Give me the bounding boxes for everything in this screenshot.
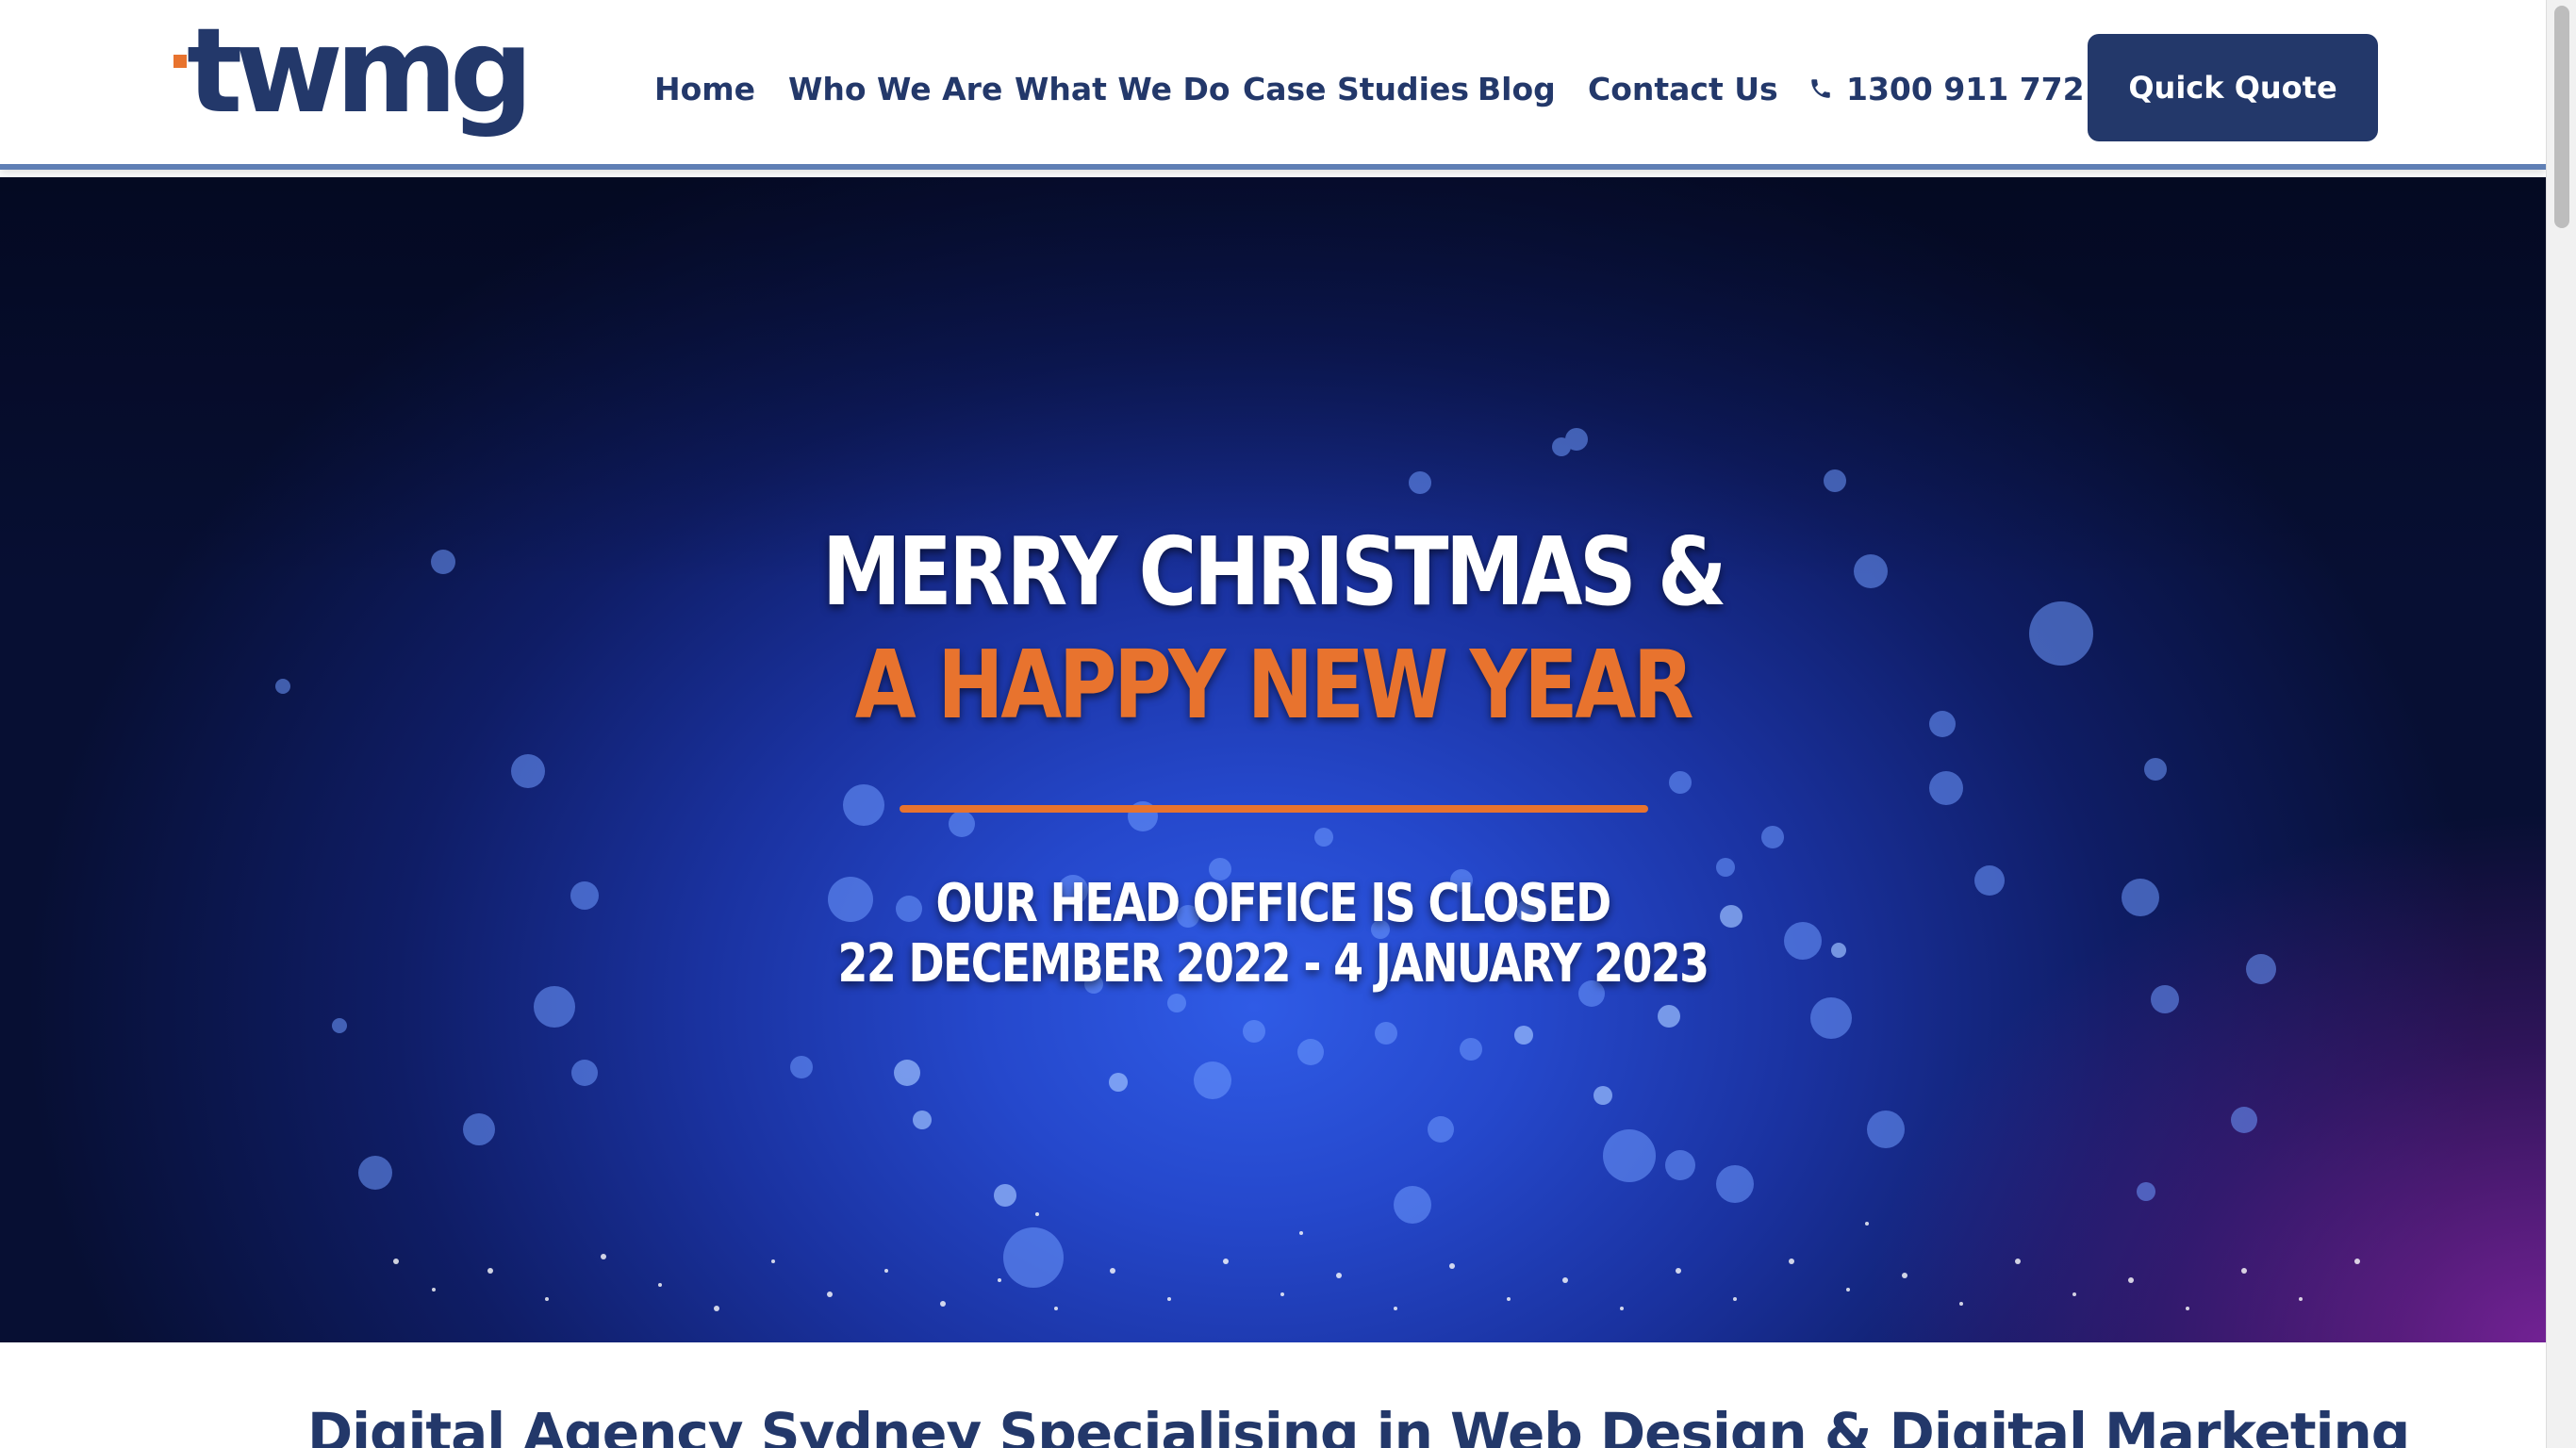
- hero-title-line2: A HAPPY NEW YEAR: [854, 630, 1694, 740]
- page-scrollbar[interactable]: [2546, 0, 2576, 1448]
- site-header: twmg Home Who We Are What We Do Case Stu…: [0, 0, 2546, 170]
- hero-subtitle-line1: OUR HEAD OFFICE IS CLOSED: [935, 873, 1611, 934]
- twmg-logo[interactable]: twmg: [173, 13, 534, 147]
- logo-wordmark: twmg: [187, 4, 534, 140]
- hero-banner: MERRY CHRISTMAS & A HAPPY NEW YEAR OUR H…: [0, 177, 2546, 1342]
- nav-who-we-are[interactable]: Who We Are: [788, 71, 1002, 107]
- phone-link[interactable]: 1300 911 772: [1808, 66, 2085, 111]
- scrollbar-thumb[interactable]: [2554, 6, 2569, 228]
- phone-icon: [1811, 79, 1830, 98]
- intro-heading: Digital Agency Sydney Specialising in We…: [307, 1401, 2410, 1448]
- nav-blog[interactable]: Blog: [1478, 71, 1556, 107]
- phone-number: 1300 911 772: [1846, 70, 2085, 107]
- nav-case-studies[interactable]: Case Studies: [1243, 71, 1469, 107]
- hero-content: MERRY CHRISTMAS & A HAPPY NEW YEAR OUR H…: [0, 177, 2546, 1342]
- nav-home[interactable]: Home: [654, 71, 755, 107]
- nav-contact-us[interactable]: Contact Us: [1588, 71, 1778, 107]
- hero-divider: [900, 805, 1648, 813]
- nav-what-we-do[interactable]: What We Do: [1015, 71, 1230, 107]
- logo-accent-mark: [173, 55, 187, 68]
- hero-title-line1: MERRY CHRISTMAS &: [822, 517, 1726, 627]
- quick-quote-button[interactable]: Quick Quote: [2088, 34, 2378, 141]
- hero-subtitle-line2: 22 DECEMBER 2022 - 4 JANUARY 2023: [837, 933, 1710, 995]
